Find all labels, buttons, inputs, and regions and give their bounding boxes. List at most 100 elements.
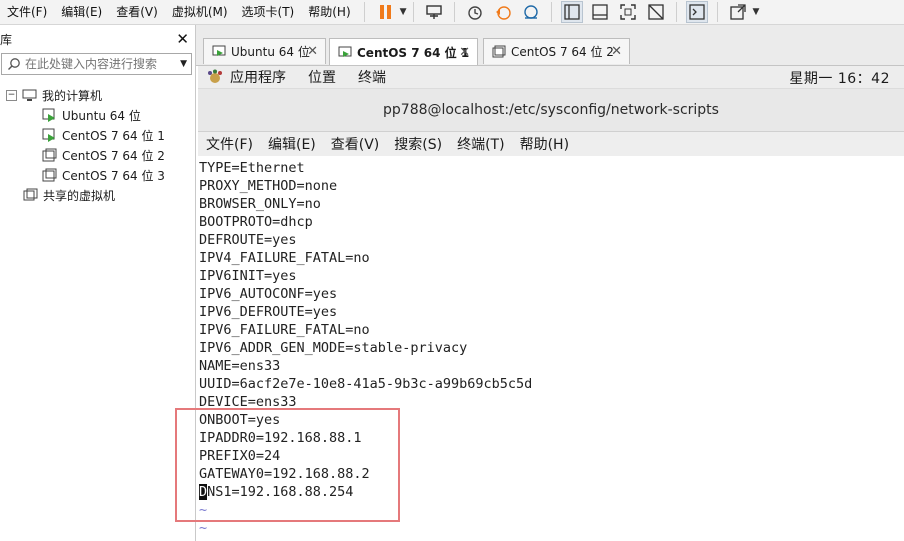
toolbar-separator — [363, 2, 365, 22]
gnome-clock[interactable]: 星期一 16：42 — [789, 68, 890, 88]
terminal-line: BROWSER_ONLY=no — [199, 196, 321, 212]
pause-icon[interactable] — [374, 1, 396, 23]
tree-item-shared[interactable]: 共享的虚拟机 — [0, 185, 195, 205]
tree-label: 共享的虚拟机 — [43, 188, 116, 203]
terminal-line: IPV6_ADDR_GEN_MODE=stable-privacy — [199, 340, 468, 356]
terminal-title: pp788@localhost:/etc/sysconfig/network-s… — [383, 102, 719, 118]
fullscreen-icon[interactable] — [617, 1, 639, 23]
stretch-dropdown-icon[interactable]: ▼ — [753, 7, 760, 17]
vm-running-icon — [42, 108, 55, 122]
terminal-line: IPADDR0=192.168.88.1 — [199, 430, 362, 446]
terminal-line-text: NS1=192.168.88.254 — [207, 484, 354, 500]
vm-tab-icon — [492, 45, 506, 58]
terminal-line: PREFIX0=24 — [199, 448, 281, 464]
tree-item-vm[interactable]: CentOS 7 64 位 1 — [0, 125, 195, 145]
gnome-applications-menu[interactable]: 应用程序 — [230, 67, 286, 87]
close-icon[interactable]: ✕ — [459, 45, 470, 60]
gnome-places-menu[interactable]: 位置 — [308, 67, 336, 87]
tree-label: CentOS 7 64 位 2 — [62, 148, 165, 163]
collapse-icon[interactable]: − — [6, 89, 17, 101]
gnome-terminal-menu[interactable]: 终端 — [358, 67, 386, 87]
text-cursor: D — [199, 484, 208, 500]
terminal-line: DEVICE=ens33 — [199, 394, 297, 410]
tab-ubuntu[interactable]: Ubuntu 64 位 ✕ — [203, 38, 326, 64]
console-view-icon[interactable] — [589, 1, 611, 23]
close-icon[interactable]: ✕ — [611, 44, 622, 59]
menu-help[interactable]: 帮助(H) — [301, 1, 357, 23]
toolbar-separator — [453, 2, 455, 22]
tree-label: CentOS 7 64 位 3 — [62, 168, 165, 183]
vm-running-icon — [42, 128, 55, 142]
terminal-menubar: 文件(F) 编辑(E) 查看(V) 搜索(S) 终端(T) 帮助(H) — [198, 132, 904, 156]
terminal-line: UUID=6acf2e7e-10e8-41a5-9b3c-a99b69cb5c5… — [199, 376, 533, 392]
terminal-menu-file[interactable]: 文件(F) — [206, 134, 253, 154]
computer-icon — [22, 89, 37, 101]
unity-icon[interactable] — [645, 1, 667, 23]
close-icon[interactable]: ✕ — [176, 30, 189, 48]
close-icon[interactable]: ✕ — [307, 44, 318, 59]
library-pane: 库 ✕ ▼ − 我的计算机 Ubuntu 64 位 CentOS 7 64 位 … — [0, 25, 196, 541]
terminal-line: PROXY_METHOD=none — [199, 178, 338, 194]
terminal-menu-search[interactable]: 搜索(S) — [394, 134, 442, 154]
terminal-menu-terminal[interactable]: 终端(T) — [457, 134, 504, 154]
tree-item-vm[interactable]: CentOS 7 64 位 3 — [0, 165, 195, 185]
toolbar-separator — [412, 2, 414, 22]
stretch-icon[interactable] — [727, 1, 749, 23]
library-search: ▼ — [1, 53, 192, 75]
tree-item-my-computer[interactable]: − 我的计算机 — [0, 85, 195, 105]
terminal-line: IPV6_FAILURE_FATAL=no — [199, 322, 370, 338]
terminal-titlebar[interactable]: pp788@localhost:/etc/sysconfig/network-s… — [198, 89, 904, 132]
menu-tabs[interactable]: 选项卡(T) — [235, 1, 302, 23]
menu-view[interactable]: 查看(V) — [109, 1, 165, 23]
vmware-menubar: 文件(F) 编辑(E) 查看(V) 虚拟机(M) 选项卡(T) 帮助(H) ▼ … — [0, 0, 904, 25]
gnome-top-bar: 应用程序 位置 终端 星期一 16：42 — [198, 66, 904, 89]
tab-label: CentOS 7 64 位 2 — [511, 45, 614, 59]
snapshot-manager-icon[interactable] — [520, 1, 542, 23]
terminal-body[interactable]: TYPE=Ethernet PROXY_METHOD=none BROWSER_… — [198, 158, 904, 541]
terminal-menu-view[interactable]: 查看(V) — [331, 134, 380, 154]
terminal-menu-edit[interactable]: 编辑(E) — [268, 134, 316, 154]
tree-label: 我的计算机 — [42, 88, 103, 103]
toolbar-separator — [716, 2, 718, 22]
terminal-line: IPV6INIT=yes — [199, 268, 297, 284]
terminal-icon[interactable] — [685, 1, 708, 23]
tab-centos-2[interactable]: CentOS 7 64 位 2 ✕ — [483, 38, 630, 64]
search-input[interactable] — [25, 57, 165, 71]
tab-label: CentOS 7 64 位 1 — [357, 45, 470, 60]
terminal-line: IPV6_AUTOCONF=yes — [199, 286, 338, 302]
terminal-line: GATEWAY0=192.168.88.2 — [199, 466, 370, 482]
vm-tree: − 我的计算机 Ubuntu 64 位 CentOS 7 64 位 1 Cent… — [0, 85, 195, 205]
menu-edit[interactable]: 编辑(E) — [54, 1, 109, 23]
toolbar-separator — [550, 2, 552, 22]
tab-label: Ubuntu 64 位 — [231, 45, 310, 59]
library-title: 库 — [0, 32, 13, 47]
terminal-tilde: ~ — [199, 520, 208, 536]
menu-file[interactable]: 文件(F) — [0, 1, 54, 23]
terminal-line: ONBOOT=yes — [199, 412, 281, 428]
library-header: 库 ✕ — [0, 25, 195, 53]
vm-tab-icon — [212, 45, 226, 56]
sidebar-view-icon[interactable] — [560, 1, 583, 23]
revert-snapshot-icon[interactable] — [492, 1, 514, 23]
vm-icon — [42, 148, 57, 162]
tree-item-vm[interactable]: Ubuntu 64 位 — [0, 105, 195, 125]
send-keys-icon[interactable] — [423, 1, 445, 23]
search-dropdown-icon[interactable]: ▼ — [180, 59, 187, 69]
vm-tabstrip: Ubuntu 64 位 ✕ CentOS 7 64 位 1 ✕ CentOS 7… — [196, 25, 904, 66]
tree-item-vm[interactable]: CentOS 7 64 位 2 — [0, 145, 195, 165]
gnome-foot-icon — [208, 69, 222, 83]
pause-dropdown-icon[interactable]: ▼ — [400, 7, 407, 17]
vm-tab-icon — [338, 46, 352, 57]
menu-vm[interactable]: 虚拟机(M) — [165, 1, 235, 23]
terminal-line: TYPE=Ethernet — [199, 160, 305, 176]
guest-display[interactable]: 应用程序 位置 终端 星期一 16：42 pp788@localhost:/et… — [198, 66, 904, 541]
terminal-line: IPV4_FAILURE_FATAL=no — [199, 250, 370, 266]
snapshot-icon[interactable] — [464, 1, 486, 23]
terminal-line: BOOTPROTO=dhcp — [199, 214, 313, 230]
terminal-line: IPV6_DEFROUTE=yes — [199, 304, 338, 320]
shared-vm-icon — [23, 188, 38, 201]
search-icon — [8, 58, 20, 70]
terminal-menu-help[interactable]: 帮助(H) — [520, 134, 569, 154]
tab-centos-1[interactable]: CentOS 7 64 位 1 ✕ — [329, 38, 478, 65]
tree-label: CentOS 7 64 位 1 — [62, 128, 165, 143]
